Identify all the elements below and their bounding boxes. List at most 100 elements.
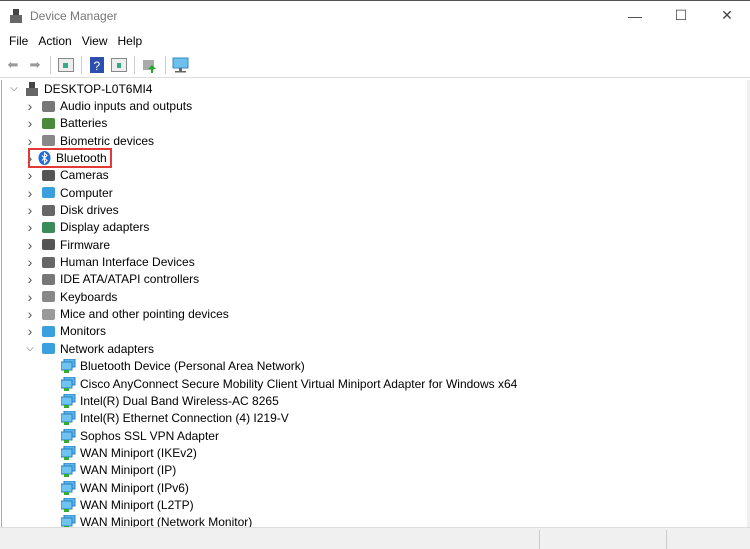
adapter-label: Sophos SSL VPN Adapter — [80, 428, 219, 443]
network-adapter-icon — [60, 393, 76, 408]
menu-file[interactable]: File — [4, 34, 33, 48]
adapter-label: WAN Miniport (IPv6) — [80, 480, 189, 495]
maximize-button[interactable]: ☐ — [658, 2, 704, 30]
minimize-button[interactable]: — — [612, 2, 658, 30]
human-interface-devices-icon — [40, 255, 56, 269]
computer-root-icon — [24, 81, 40, 96]
menu-view[interactable]: View — [77, 34, 113, 48]
chevron-right-icon[interactable]: › — [24, 323, 36, 339]
root-label: DESKTOP-L0T6MI4 — [44, 81, 153, 96]
chevron-right-icon[interactable]: › — [24, 98, 36, 114]
category-label: Computer — [60, 185, 113, 200]
scan-hardware-icon[interactable] — [172, 56, 190, 74]
status-divider — [666, 530, 667, 549]
tree-category-batteries[interactable]: › Batteries — [2, 115, 747, 132]
category-label: Mice and other pointing devices — [60, 307, 229, 322]
chevron-right-icon[interactable]: › — [24, 219, 36, 235]
title-bar: Device Manager — ☐ ✕ — [0, 0, 750, 30]
tree-category-human-interface-devices[interactable]: › Human Interface Devices — [2, 253, 747, 270]
svg-text:?: ? — [94, 59, 101, 73]
forward-icon[interactable]: ➡ — [26, 56, 44, 74]
keyboards-icon — [40, 290, 56, 304]
network-adapter-icon — [60, 463, 76, 478]
tree-category-computer[interactable]: › Computer — [2, 184, 747, 201]
chevron-right-icon[interactable]: › — [24, 289, 36, 305]
network-adapter-item[interactable]: Intel(R) Dual Band Wireless-AC 8265 — [2, 392, 747, 409]
menu-action[interactable]: Action — [33, 34, 76, 48]
tree-category-biometric-devices[interactable]: › Biometric devices — [2, 132, 747, 149]
help-icon[interactable]: ? — [88, 56, 106, 74]
category-label: IDE ATA/ATAPI controllers — [60, 272, 200, 287]
network-adapter-item[interactable]: WAN Miniport (L2TP) — [2, 496, 747, 513]
tree-category-ide-ata-atapi-controllers[interactable]: › IDE ATA/ATAPI controllers — [2, 271, 747, 288]
toolbar-divider — [134, 55, 135, 74]
disk-drives-icon — [40, 203, 56, 217]
tree-category-disk-drives[interactable]: › Disk drives — [2, 201, 747, 218]
window-title: Device Manager — [30, 8, 118, 23]
tree-category-keyboards[interactable]: › Keyboards — [2, 288, 747, 305]
tree-category-bluetooth[interactable]: › Bluetooth — [2, 148, 747, 169]
network-adapter-icon — [60, 411, 76, 426]
tree-category-audio-inputs-and-outputs[interactable]: › Audio inputs and outputs — [2, 97, 747, 114]
tree-category-monitors[interactable]: › Monitors — [2, 323, 747, 340]
chevron-right-icon[interactable]: › — [24, 133, 36, 149]
update-driver-icon[interactable] — [141, 56, 159, 74]
chevron-right-icon[interactable]: › — [24, 115, 36, 131]
adapter-label: WAN Miniport (IP) — [80, 463, 177, 478]
category-label: Batteries — [60, 116, 108, 131]
chevron-right-icon[interactable]: › — [24, 306, 36, 322]
network-adapter-item[interactable]: WAN Miniport (Network Monitor) — [2, 514, 747, 527]
category-label: Audio inputs and outputs — [60, 99, 193, 114]
back-icon[interactable]: ⬅ — [4, 56, 22, 74]
chevron-right-icon[interactable]: › — [24, 254, 36, 270]
firmware-icon — [40, 238, 56, 252]
category-label: Cameras — [60, 168, 109, 183]
adapter-label: WAN Miniport (L2TP) — [80, 497, 194, 512]
device-tree: ⌵ DESKTOP-L0T6MI4 › Audio inputs and outp… — [1, 80, 747, 527]
tree-category-network-adapters[interactable]: ⌵ Network adapters — [2, 340, 747, 357]
batteries-icon — [40, 116, 56, 130]
category-label: Firmware — [60, 237, 110, 252]
tree-category-mice-and-other-pointing-devices[interactable]: › Mice and other pointing devices — [2, 305, 747, 322]
computer-icon — [40, 186, 56, 200]
menu-help[interactable]: Help — [113, 34, 148, 48]
network-adapter-icon — [60, 515, 76, 527]
category-label: Biometric devices — [60, 133, 155, 148]
show-hide-console-tree-icon[interactable] — [57, 56, 75, 74]
network-adapter-icon — [60, 497, 76, 512]
category-label: Keyboards — [60, 289, 118, 304]
chevron-right-icon[interactable]: › — [24, 202, 36, 218]
toolbar-divider — [81, 55, 82, 74]
network-adapter-item[interactable]: Sophos SSL VPN Adapter — [2, 427, 747, 444]
network-adapter-item[interactable]: Bluetooth Device (Personal Area Network) — [2, 358, 747, 375]
network-adapter-item[interactable]: WAN Miniport (IPv6) — [2, 479, 747, 496]
bluetooth-icon — [36, 151, 52, 166]
network-adapter-item[interactable]: Intel(R) Ethernet Connection (4) I219-V — [2, 410, 747, 427]
status-divider — [539, 530, 540, 549]
category-label: Network adapters — [60, 341, 155, 356]
category-label: Display adapters — [60, 220, 150, 235]
toolbar-divider — [165, 55, 166, 74]
chevron-down-icon[interactable]: ⌵ — [8, 83, 20, 94]
network-adapter-item[interactable]: Cisco AnyConnect Secure Mobility Client … — [2, 375, 747, 392]
tree-root[interactable]: ⌵ DESKTOP-L0T6MI4 — [2, 80, 747, 97]
close-button[interactable]: ✕ — [704, 2, 750, 30]
network-adapter-item[interactable]: WAN Miniport (IP) — [2, 462, 747, 479]
chevron-down-icon[interactable]: ⌵ — [24, 343, 36, 354]
chevron-right-icon[interactable]: › — [24, 185, 36, 201]
chevron-right-icon[interactable]: › — [24, 237, 36, 253]
tree-category-firmware[interactable]: › Firmware — [2, 236, 747, 253]
chevron-right-icon[interactable]: › — [24, 271, 36, 287]
chevron-right-icon[interactable]: › — [24, 167, 36, 183]
adapter-label: WAN Miniport (Network Monitor) — [80, 515, 253, 527]
network-adapter-item[interactable]: WAN Miniport (IKEv2) — [2, 444, 747, 461]
network-adapter-icon — [60, 376, 76, 391]
toolbar-divider — [50, 55, 51, 74]
adapter-label: WAN Miniport (IKEv2) — [80, 445, 197, 460]
ide-ata-atapi-controllers-icon — [40, 272, 56, 286]
properties-icon[interactable] — [110, 56, 128, 74]
tree-category-cameras[interactable]: › Cameras — [2, 167, 747, 184]
tree-category-display-adapters[interactable]: › Display adapters — [2, 219, 747, 236]
network-adapters-icon — [40, 342, 56, 356]
adapter-label: Bluetooth Device (Personal Area Network) — [80, 359, 305, 374]
